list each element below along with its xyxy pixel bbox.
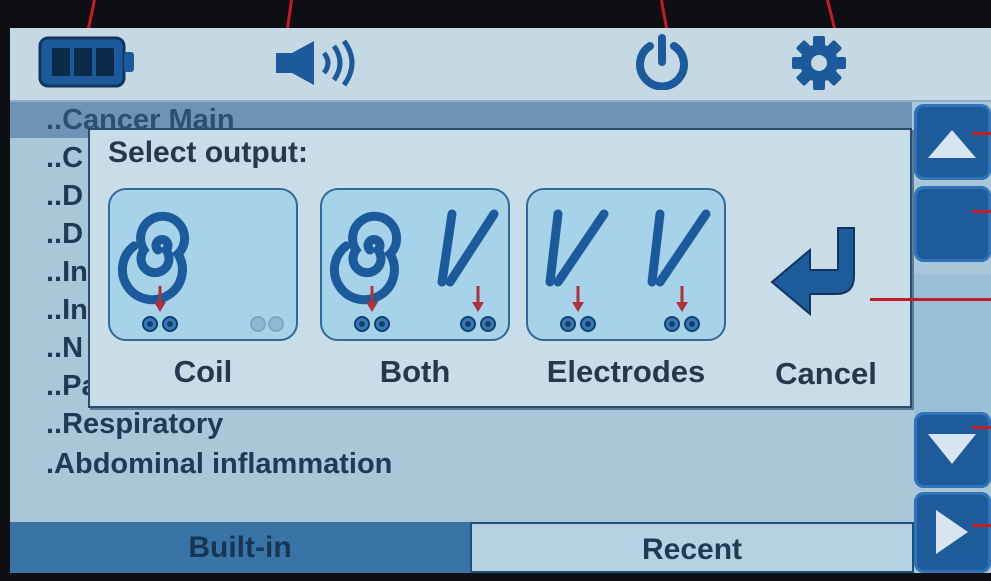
speaker-icon[interactable] (272, 38, 362, 88)
scroll-up-button[interactable] (914, 104, 991, 180)
next-button[interactable] (914, 492, 991, 573)
select-output-dialog: Select output: Coil Both Electrodes Canc… (88, 128, 912, 408)
option-coil-button[interactable] (108, 188, 298, 341)
tab-label: Recent (641, 533, 743, 566)
power-icon[interactable] (632, 34, 692, 90)
callout-line (972, 210, 991, 213)
callout-line (870, 298, 991, 301)
triangle-right-icon (936, 510, 968, 554)
option-cancel-label: Cancel (775, 356, 877, 391)
list-item-label: ..C (46, 142, 84, 174)
list-item-label: ..In (46, 256, 88, 288)
list-item[interactable]: ..Respiratory (10, 406, 912, 442)
coil-icon (117, 211, 284, 332)
status-bar (10, 28, 991, 102)
list-item-label: ..Respiratory (46, 408, 224, 440)
option-electrodes-label: Electrodes (546, 354, 706, 389)
electrodes-icon (545, 209, 711, 332)
triangle-up-icon (928, 130, 976, 158)
tab-recent[interactable]: Recent (470, 522, 914, 573)
option-both-label: Both (379, 354, 451, 389)
callout-line (972, 524, 991, 527)
callout-line (972, 426, 991, 429)
option-coil-label: Coil (173, 354, 233, 389)
return-arrow-icon (770, 227, 855, 317)
scroll-down-button[interactable] (914, 412, 991, 488)
battery-icon[interactable] (38, 36, 138, 88)
option-electrodes-button[interactable] (526, 188, 726, 341)
list-item-label: .Abdominal inflammation (46, 448, 393, 480)
list-item-label: ..D (46, 180, 84, 212)
page-up-button[interactable] (914, 186, 991, 262)
triangle-down-icon (928, 434, 976, 464)
coil-electrode-icon (329, 209, 499, 332)
option-cancel-button[interactable] (766, 218, 876, 328)
tab-built-in[interactable]: Built-in (10, 522, 470, 573)
scroll-track[interactable] (914, 274, 991, 426)
tab-label: Built-in (188, 531, 292, 564)
dialog-title: Select output: (108, 136, 308, 169)
device-screen: ..Cancer Main ..C ..D ..D ..In ..In ..N … (10, 28, 991, 573)
list-item-label: ..D (46, 218, 84, 250)
gear-icon[interactable] (788, 34, 850, 92)
list-item-label: ..In (46, 294, 88, 326)
option-both-button[interactable] (320, 188, 510, 341)
list-item-label: ..N (46, 332, 84, 364)
list-item[interactable]: .Abdominal inflammation (10, 446, 912, 482)
callout-line (972, 132, 991, 135)
tab-bar: Built-in Recent (10, 522, 914, 573)
